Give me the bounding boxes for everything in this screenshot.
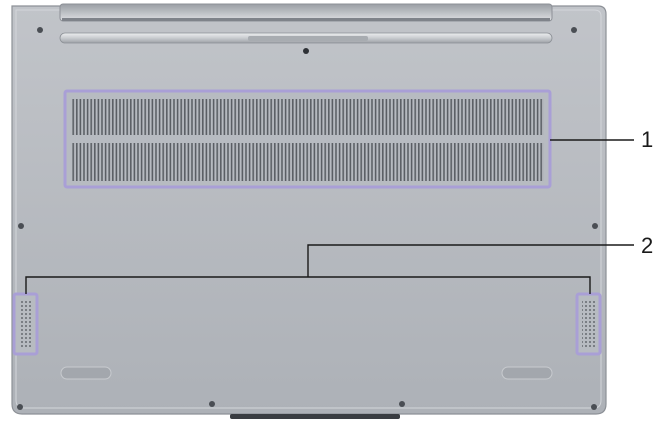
screw-icon: [37, 27, 43, 33]
right-speaker: [575, 292, 602, 356]
diagram-svg: 1 2: [11, 3, 653, 419]
screw-icon: [399, 401, 405, 407]
laptop-chassis: [11, 5, 607, 415]
bottom-vent: [63, 89, 552, 189]
callout-number-1: 1: [641, 127, 653, 152]
screw-icon: [591, 404, 597, 410]
screw-icon: [209, 401, 215, 407]
screw-icon: [571, 27, 577, 33]
screw-icon: [18, 223, 24, 229]
rubber-foot: [501, 366, 553, 380]
rubber-foot: [60, 366, 112, 380]
laptop-bottom-diagram: 1 2: [0, 0, 662, 421]
rear-foot-strip: [230, 414, 400, 419]
screw-icon: [17, 404, 23, 410]
callout-number-2: 2: [641, 233, 653, 258]
left-speaker: [12, 292, 39, 356]
screw-icon: [592, 223, 598, 229]
sensor-hole-icon: [303, 48, 309, 54]
label-plate: [248, 36, 368, 41]
